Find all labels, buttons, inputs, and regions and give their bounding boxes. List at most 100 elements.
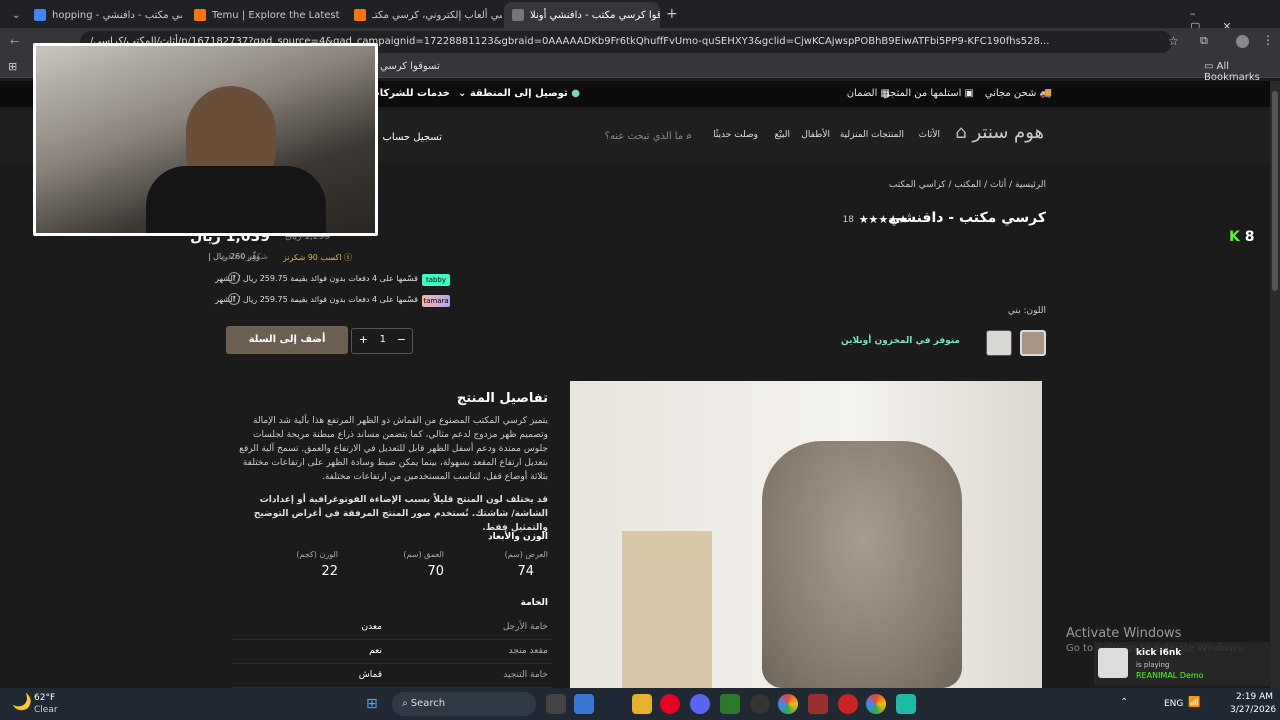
folder-icon: ▭ [1204, 61, 1217, 72]
activate-windows-title: Activate Windows [1066, 626, 1182, 641]
rating-stars: ★★★★★ [858, 213, 908, 226]
scrollbar-thumb[interactable] [1272, 91, 1278, 291]
product-image[interactable] [570, 381, 1042, 688]
color-note: قد يختلف لون المنتج قليلاً بسبب الإضاءة … [253, 495, 548, 533]
temu-icon [354, 9, 366, 21]
new-tab-button[interactable]: + [666, 6, 678, 22]
business-services[interactable]: خدمات للشركات [370, 88, 450, 99]
nav-sale[interactable]: البيْع [775, 130, 790, 140]
webcam-overlay [33, 43, 378, 236]
windows-taskbar: 🌙 62°F Clear ⊞ ⌕ Search ⌃ ENG 📶 2:19 AM … [0, 688, 1280, 720]
earn-points: ⓢ اكسب 90 شكرنز [282, 253, 352, 262]
tab-1[interactable]: hopping - كرسي مكتب - دافنشي ✕ [26, 2, 182, 28]
free-shipping[interactable]: 🚚 شحن مجاني [985, 88, 1052, 99]
network-icon[interactable]: 📶 [1188, 697, 1200, 708]
dim-value-weight: 22 [321, 564, 338, 579]
browser-tab-bar: ⌄ hopping - كرسي مكتب - دافنشي ✕ Temu | … [0, 0, 1280, 33]
quantity-value: 1 [379, 334, 386, 345]
material-row: خامة التنجيد قماش [232, 664, 552, 688]
location-icon: ● [567, 88, 580, 99]
bookmark-item[interactable]: تسوقوا كرسي [380, 61, 440, 72]
app-icon[interactable] [574, 694, 594, 714]
store-pickup[interactable]: ▣ استلمها من المتجر [885, 88, 975, 99]
chevron-down-icon: ⌄ [12, 9, 21, 21]
details-title: تفاصيل المنتج [456, 391, 548, 406]
warranty[interactable]: ▦ الضمان [847, 88, 890, 99]
desk-shape [622, 531, 712, 688]
breadcrumb: الرئيسية / أثاث / المكتب / كراسي المكتب [888, 180, 1046, 190]
kick-icon: K [1229, 229, 1245, 245]
all-bookmarks[interactable]: ▭ All Bookmarks [1204, 61, 1280, 83]
material-row: مقعد منجد نعم [232, 640, 552, 664]
color-swatch-brown[interactable] [1020, 330, 1046, 356]
chevron-down-icon: ⌄ [457, 88, 467, 99]
stock-status: متوفر في المخزون أونلاين [840, 336, 960, 346]
info-icon[interactable]: ? [228, 272, 240, 284]
chrome-icon[interactable] [778, 694, 798, 714]
apps-icon[interactable]: ⊞ [8, 60, 17, 73]
installment-tamara: قسّمها على 4 دفعات بدون فوائد بقيمة 259.… [215, 295, 418, 304]
back-icon[interactable]: ← [10, 35, 19, 48]
star-icon[interactable]: ☆ [1168, 34, 1179, 48]
product-page: الرئيسية / أثاث / المكتب / كراسي المكتب … [0, 162, 1270, 688]
tabby-badge: tabby [422, 274, 450, 286]
minus-button[interactable]: − [397, 333, 406, 346]
clock-date[interactable]: 3/27/2026 [1230, 705, 1276, 715]
rating-count[interactable]: 18 [843, 215, 854, 225]
dim-value-depth: 70 [427, 564, 444, 579]
search-icon: ⌕ [683, 131, 692, 142]
nav-home[interactable]: المنتجات المنزلية [840, 130, 904, 140]
tab-2[interactable]: Temu | Explore the Latest Cloth ✕ [186, 2, 342, 28]
clock-time[interactable]: 2:19 AM [1236, 692, 1273, 702]
dim-value-width: 74 [517, 564, 534, 579]
temu-icon [194, 9, 206, 21]
homecentre-icon [512, 9, 524, 21]
app-icon[interactable] [838, 694, 858, 714]
tab-4-active[interactable]: تسوقوا كرسي مكتب - دافنشي أونلا ✕ [504, 2, 660, 28]
taskbar-search[interactable]: ⌕ Search [392, 692, 536, 716]
login-button[interactable]: تسجيل حساب [383, 132, 443, 143]
dim-label-depth: العمق (سم) [403, 550, 444, 559]
shopping-icon [34, 9, 46, 21]
tray-chevron-icon[interactable]: ⌃ [1120, 697, 1128, 708]
plus-button[interactable]: + [359, 333, 368, 346]
info-icon[interactable]: ? [228, 293, 240, 305]
start-icon[interactable]: ⊞ [366, 696, 378, 712]
app-icon[interactable] [750, 694, 770, 714]
shukran-extra[interactable]: شكرنز اضافية [221, 252, 268, 261]
page-scrollbar[interactable] [1270, 81, 1280, 688]
app-icon[interactable] [720, 694, 740, 714]
folder-icon[interactable] [632, 694, 652, 714]
profile-avatar[interactable] [1236, 35, 1249, 48]
deliver-to[interactable]: ● توصيل إلى المنطقة ⌄ [458, 88, 580, 99]
product-title: كرسي مكتب - دافنشي [888, 210, 1046, 226]
nav-new[interactable]: وصلت حديثًا [713, 130, 758, 140]
nav-kids[interactable]: الأطفال [801, 130, 830, 140]
house-icon: ⌂ [955, 122, 967, 143]
tamara-badge: tamara [422, 295, 450, 307]
nav-furniture[interactable]: الأثاث [919, 130, 940, 140]
add-to-cart-button[interactable]: أضف إلى السلة [226, 326, 348, 354]
dim-label-width: العرض (سم) [504, 550, 548, 559]
material-title: الخامة [520, 598, 548, 608]
color-label: اللون: بني [1007, 306, 1046, 316]
dimensions-title: الوزن والأبعاد [488, 532, 548, 542]
weather-icon[interactable]: 🌙 [12, 692, 32, 711]
site-logo[interactable]: هوم سنتر ⌂ [955, 122, 1044, 143]
menu-icon[interactable]: ⋮ [1262, 33, 1274, 47]
avatar [1098, 648, 1128, 678]
shukran-icon: ⓢ [341, 253, 352, 262]
app-icon[interactable] [896, 694, 916, 714]
tab-3[interactable]: كرسي ألعاب إلكتروني، كرسي مكتـ ✕ [346, 2, 502, 28]
steam-icon[interactable] [602, 694, 622, 714]
color-swatch-grey[interactable] [986, 330, 1012, 356]
search-input[interactable]: ⌕ ما الذي تبحث عنه؟ [468, 126, 692, 148]
pinterest-icon[interactable] [660, 694, 680, 714]
tab-search-button[interactable]: ⌄ [4, 2, 22, 28]
chrome-icon[interactable] [866, 694, 886, 714]
discord-icon[interactable] [690, 694, 710, 714]
app-icon[interactable] [808, 694, 828, 714]
extensions-icon[interactable]: ⧉ [1200, 34, 1208, 48]
task-view-icon[interactable] [546, 694, 566, 714]
language-indicator[interactable]: ENG [1164, 699, 1183, 709]
